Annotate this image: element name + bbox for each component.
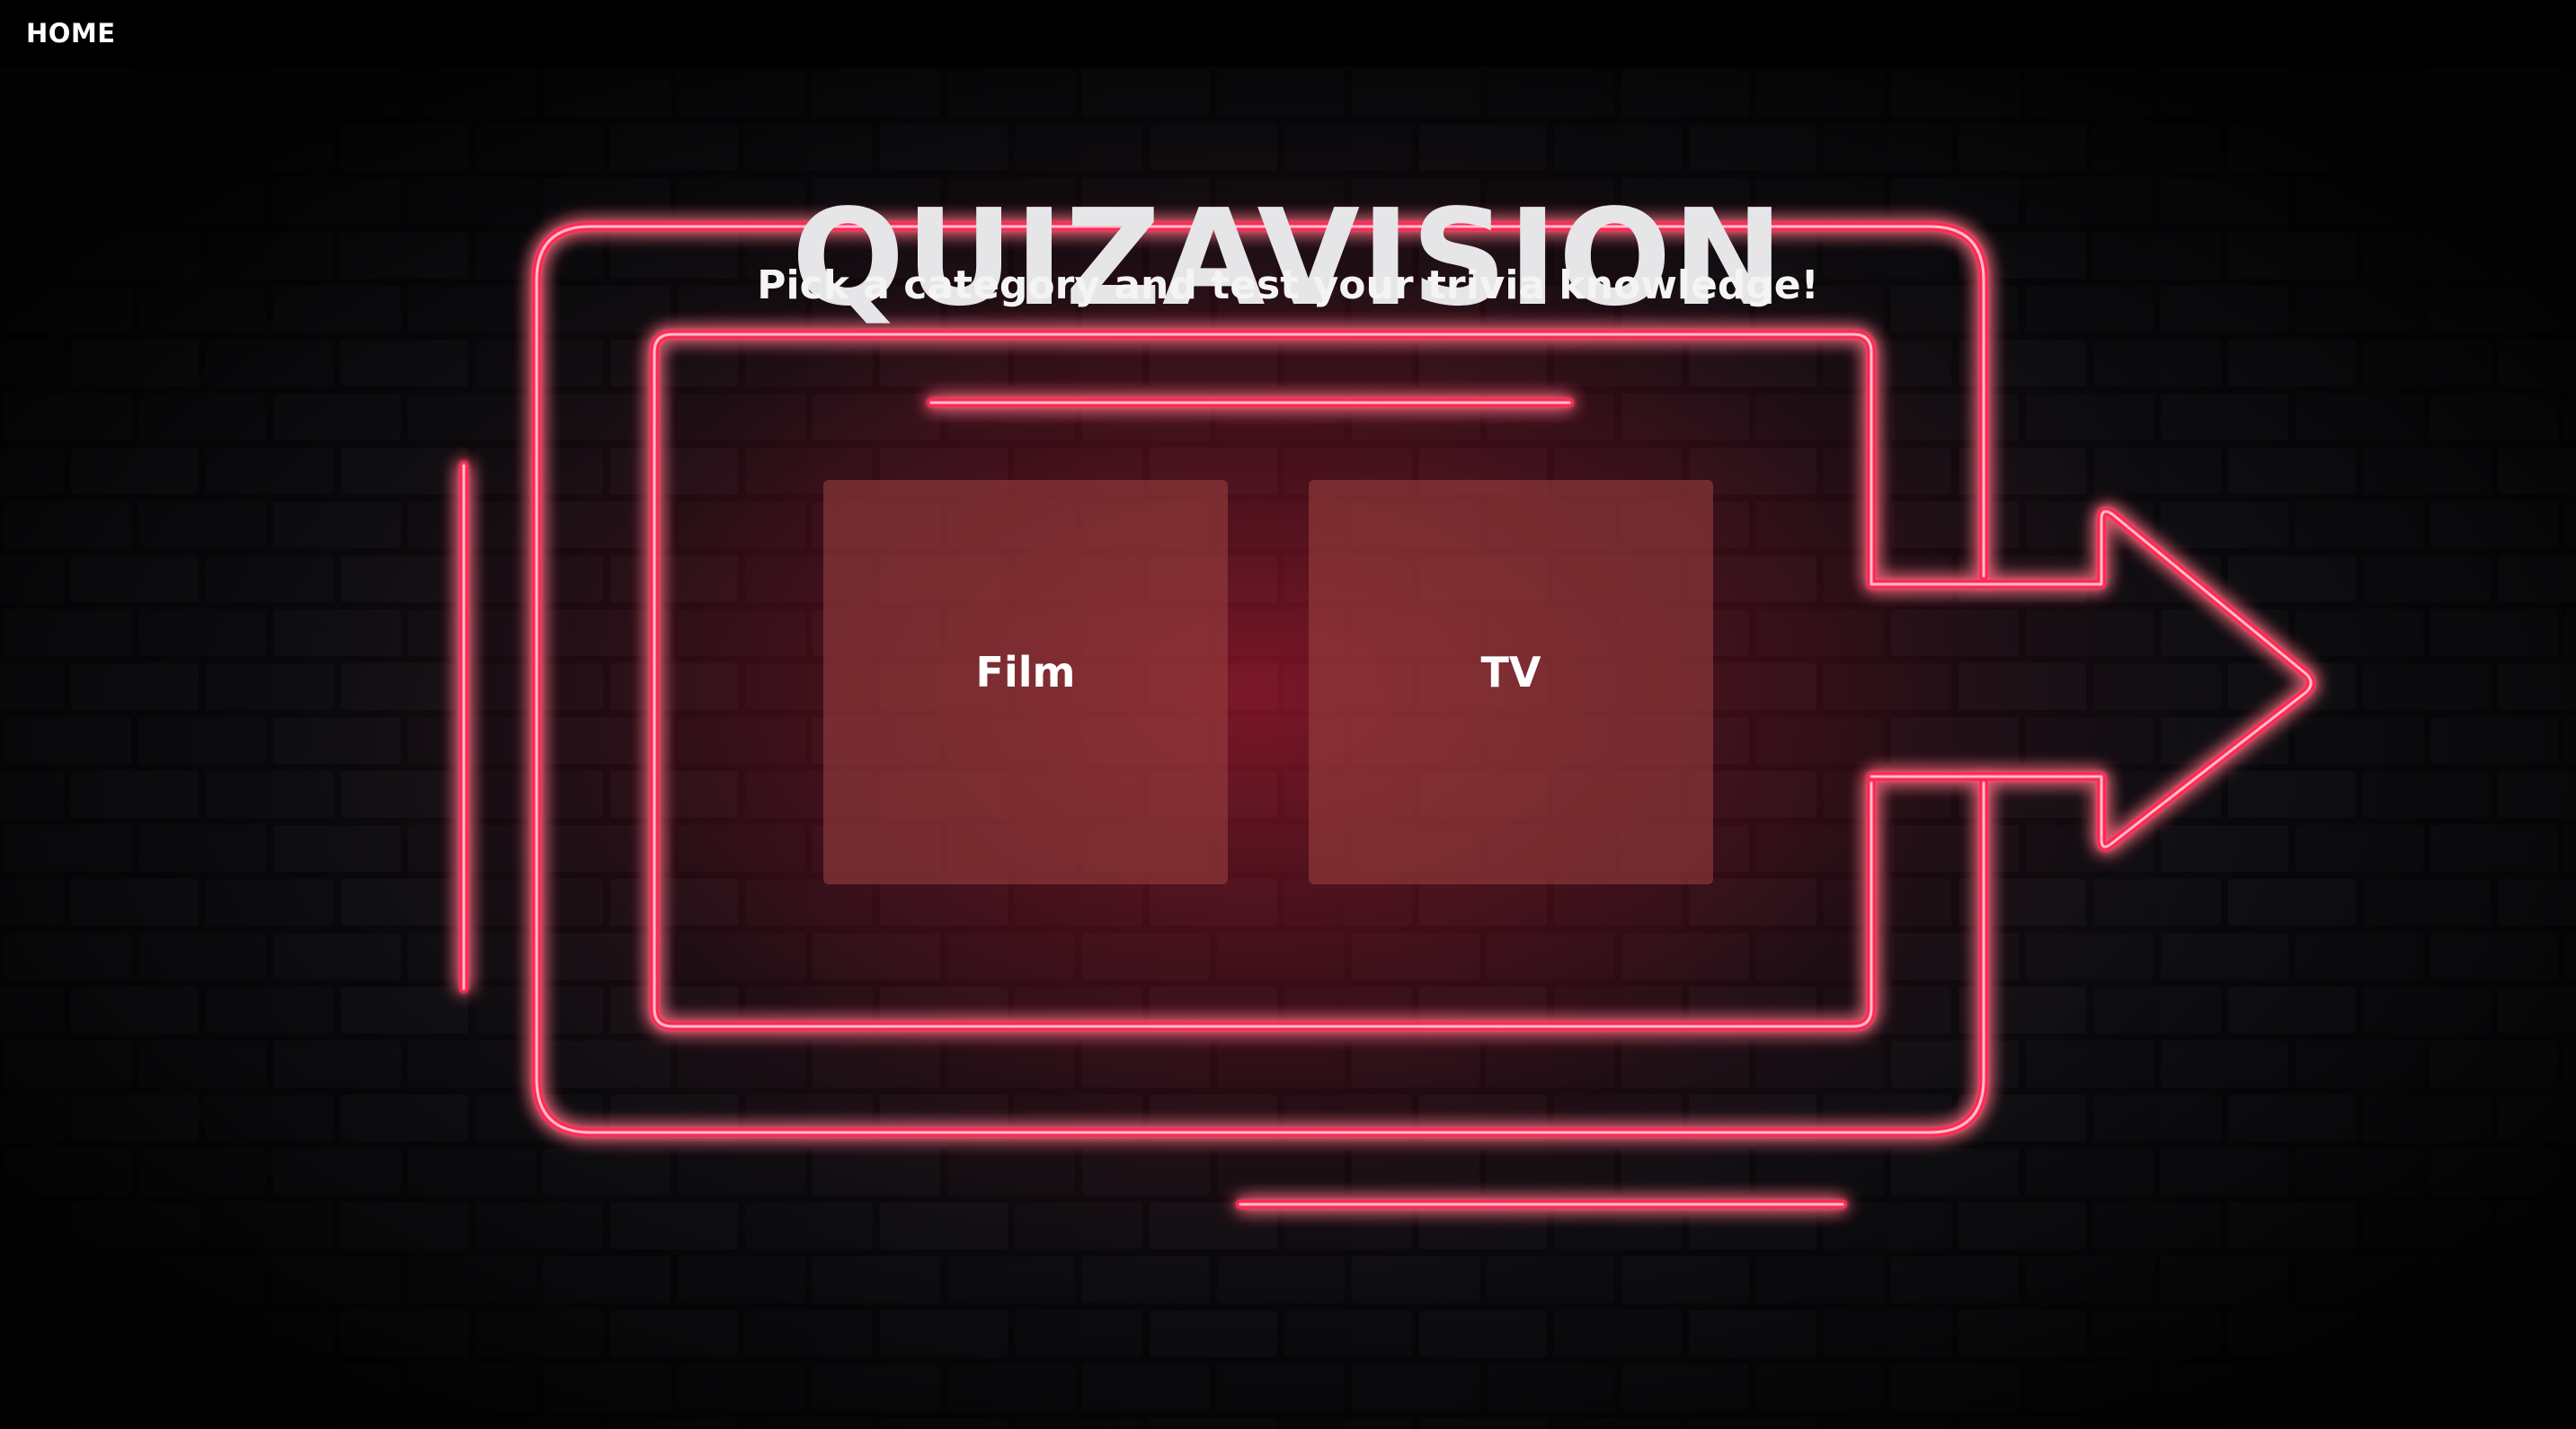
category-label-tv: TV (1480, 648, 1541, 697)
category-card-film[interactable]: Film (823, 480, 1228, 884)
category-label-film: Film (975, 648, 1076, 697)
page-subtitle: Pick a category and test your trivia kno… (757, 262, 1819, 308)
top-nav-bar: HOME (0, 0, 2576, 67)
neon-hero-stage: QUIZAVISION Pick a category and test you… (0, 67, 2576, 1429)
home-link[interactable]: HOME (26, 18, 116, 49)
category-card-tv[interactable]: TV (1309, 480, 1713, 884)
